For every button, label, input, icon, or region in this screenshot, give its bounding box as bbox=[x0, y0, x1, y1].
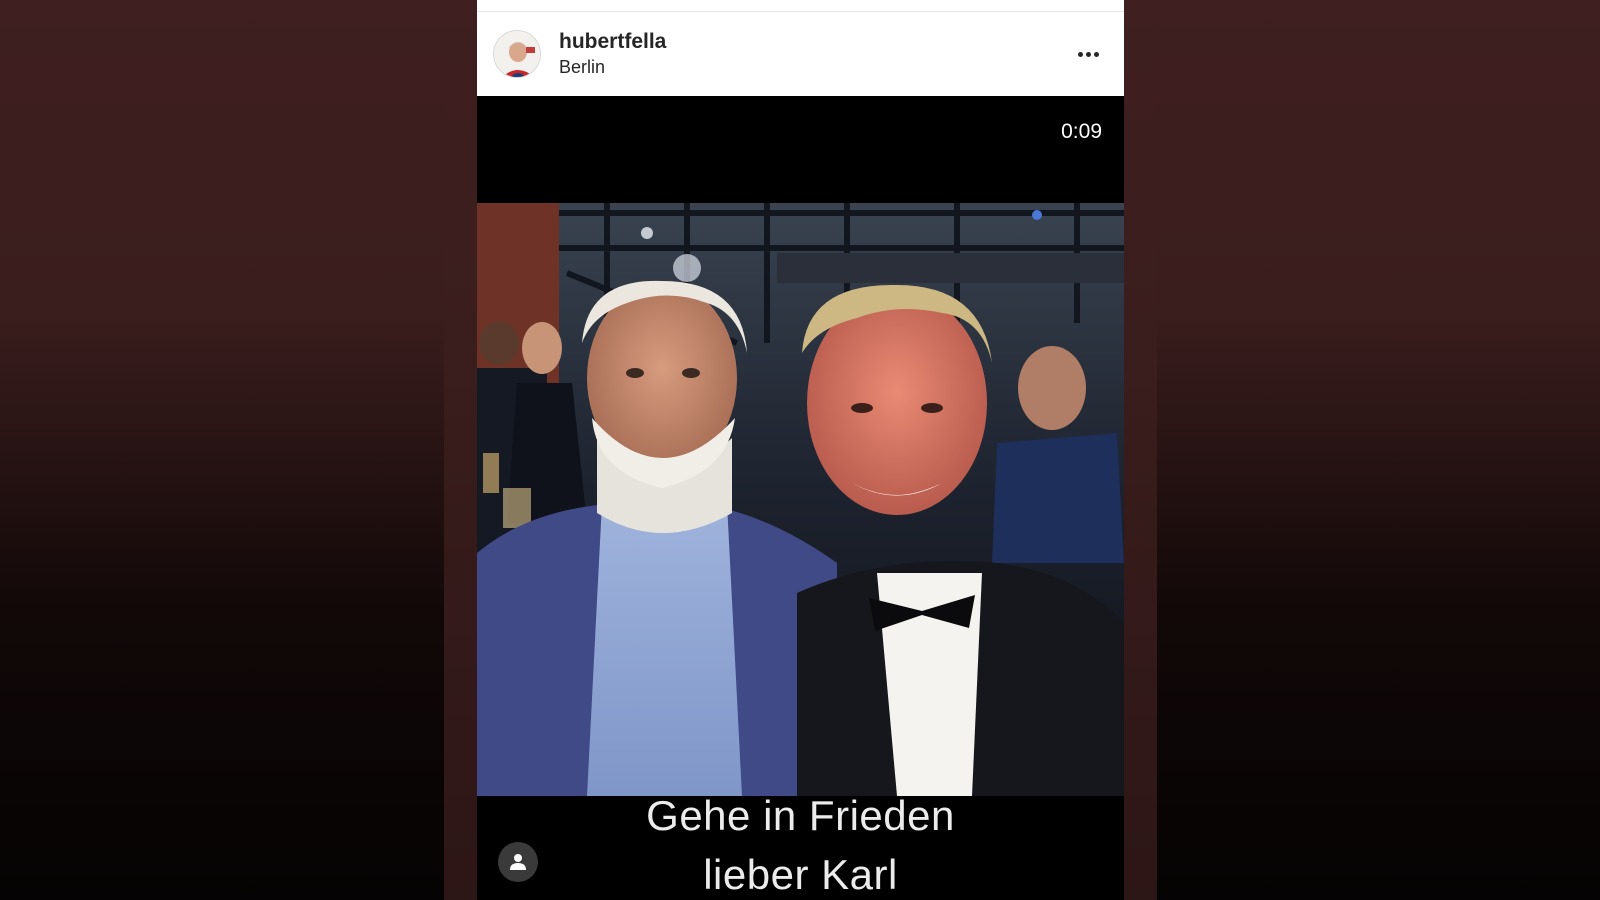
profile-avatar[interactable] bbox=[493, 30, 541, 78]
username[interactable]: hubertfella bbox=[559, 30, 666, 54]
caption-line-2: lieber Karl bbox=[703, 851, 898, 898]
user-tag-button[interactable] bbox=[498, 842, 538, 882]
location-label[interactable]: Berlin bbox=[559, 57, 605, 78]
post-photo bbox=[477, 203, 1124, 796]
instagram-post: hubertfella Berlin 0:09 Gehe in Frieden … bbox=[477, 0, 1124, 900]
caption-line-1: Gehe in Frieden bbox=[646, 792, 955, 839]
post-header: hubertfella Berlin bbox=[477, 12, 1124, 96]
video-timer: 0:09 bbox=[1061, 120, 1102, 143]
more-options-icon bbox=[1077, 51, 1083, 57]
user-tag-icon bbox=[510, 854, 526, 870]
more-options-icon-dot-3 bbox=[1093, 51, 1099, 57]
top-strip bbox=[477, 0, 1124, 12]
more-options-icon-dot-2 bbox=[1085, 51, 1091, 57]
avatar-image bbox=[494, 31, 540, 77]
video-player[interactable]: 0:09 Gehe in Frieden lieber Karl bbox=[477, 96, 1124, 900]
more-options-button[interactable] bbox=[1072, 40, 1104, 68]
